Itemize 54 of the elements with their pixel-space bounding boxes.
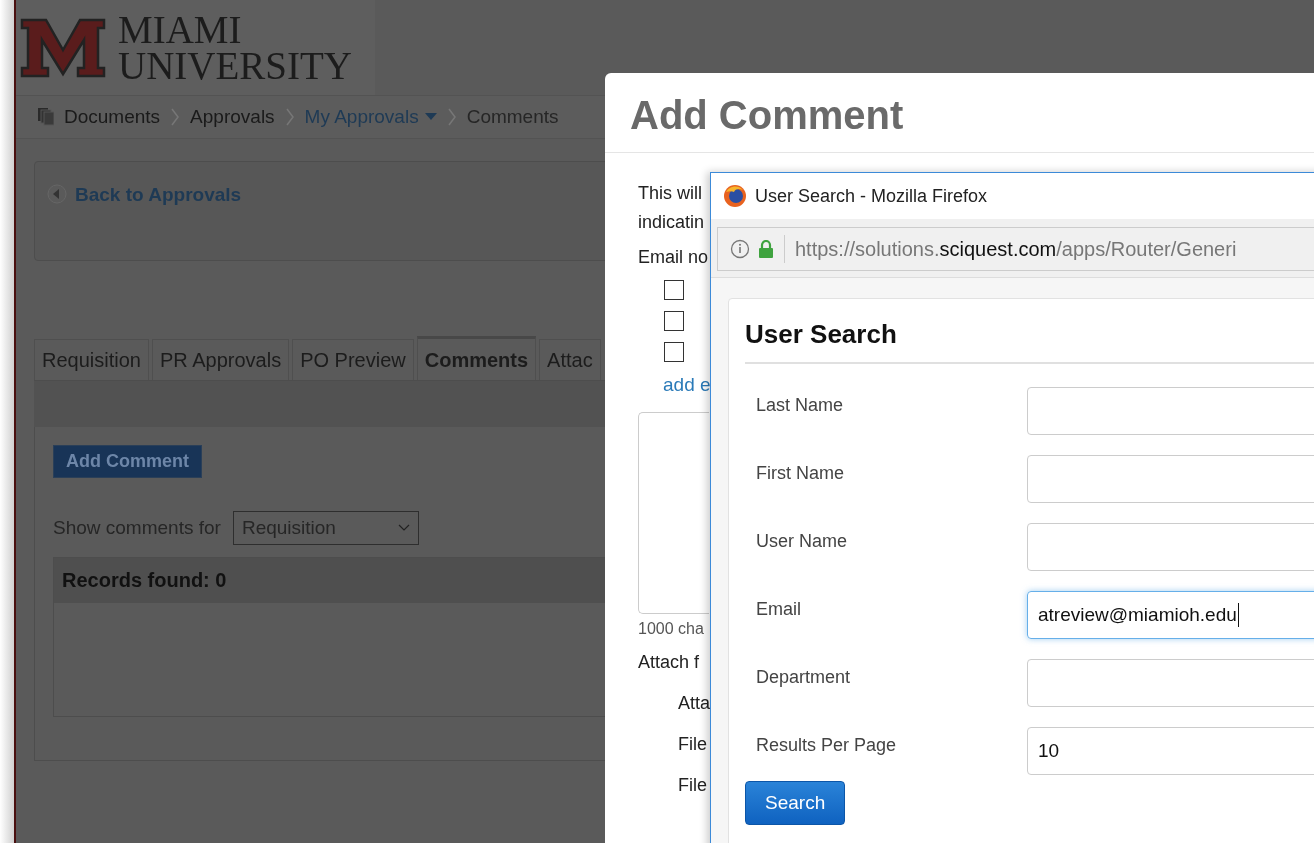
field-label: First Name xyxy=(755,462,845,484)
records-count: Records found: 0 xyxy=(62,569,227,592)
logo-text: MIAMI xyxy=(118,11,243,48)
input-field[interactable] xyxy=(1027,659,1314,707)
input-field[interactable] xyxy=(1027,523,1314,571)
info-icon xyxy=(730,239,750,259)
m-logo-icon xyxy=(20,17,106,78)
checkbox[interactable] xyxy=(664,342,684,362)
input-field[interactable]: atreview@miamioh.edu xyxy=(1027,591,1314,639)
caret-icon xyxy=(397,524,410,532)
caret-icon xyxy=(424,113,437,121)
chevron-icon xyxy=(446,107,457,127)
input-field[interactable]: 10 xyxy=(1027,727,1314,775)
search-heading: User Search xyxy=(745,319,1314,364)
window-title: User Search - Mozilla Firefox xyxy=(755,185,988,207)
search-button[interactable]: Search xyxy=(745,781,846,825)
char-count: 1000 cha xyxy=(638,620,704,638)
tab[interactable]: PO Preview xyxy=(292,339,414,380)
address-bar[interactable]: https://solutions.sciquest.com/apps/Router/Generi xyxy=(717,227,1314,271)
breadcrumb-link[interactable]: Approvals xyxy=(190,106,275,128)
breadcrumb-link[interactable]: My Approvals xyxy=(304,106,437,128)
breadcrumb-link[interactable]: Documents xyxy=(64,106,161,128)
intro-text: indicatin xyxy=(638,212,705,233)
field-label: Last Name xyxy=(755,394,845,416)
attach-label: Atta xyxy=(678,693,711,714)
intro-text: This will xyxy=(638,183,703,204)
tab[interactable]: Requisition xyxy=(34,339,149,380)
tab[interactable]: PR Approvals xyxy=(151,339,290,380)
field-label: Results Per Page xyxy=(755,734,898,756)
lock-icon xyxy=(758,240,774,258)
email-label: Email no xyxy=(638,247,709,268)
browser-globe-icon xyxy=(723,184,747,208)
input-field[interactable] xyxy=(1027,455,1314,503)
attach-label: Attach f xyxy=(638,652,700,673)
attach-label: File xyxy=(678,734,708,755)
back-link[interactable]: Back to Approvals xyxy=(75,184,242,206)
tab[interactable]: Comments xyxy=(416,336,537,380)
dialog-title: Add Comment xyxy=(605,73,1314,153)
tab[interactable]: Attac xyxy=(539,339,601,380)
chevron-icon xyxy=(170,107,181,127)
attach-label: File xyxy=(678,775,708,796)
field-label: User Name xyxy=(755,530,849,552)
comment-field[interactable] xyxy=(638,412,709,614)
add-comment-button[interactable]: Add Comment xyxy=(53,445,202,478)
field-label: Email xyxy=(755,598,802,620)
logo-text: UNIVERSITY xyxy=(118,47,352,84)
input-field[interactable] xyxy=(1027,387,1314,435)
documents-icon xyxy=(38,108,54,126)
add-email-link[interactable]: add e xyxy=(663,374,711,396)
checkbox[interactable] xyxy=(664,311,684,331)
checkbox[interactable] xyxy=(664,280,684,300)
field-label: Department xyxy=(755,666,852,688)
chevron-icon xyxy=(284,107,295,127)
url-text: https://solutions.sciquest.com/apps/Router/Generi xyxy=(795,237,1237,261)
